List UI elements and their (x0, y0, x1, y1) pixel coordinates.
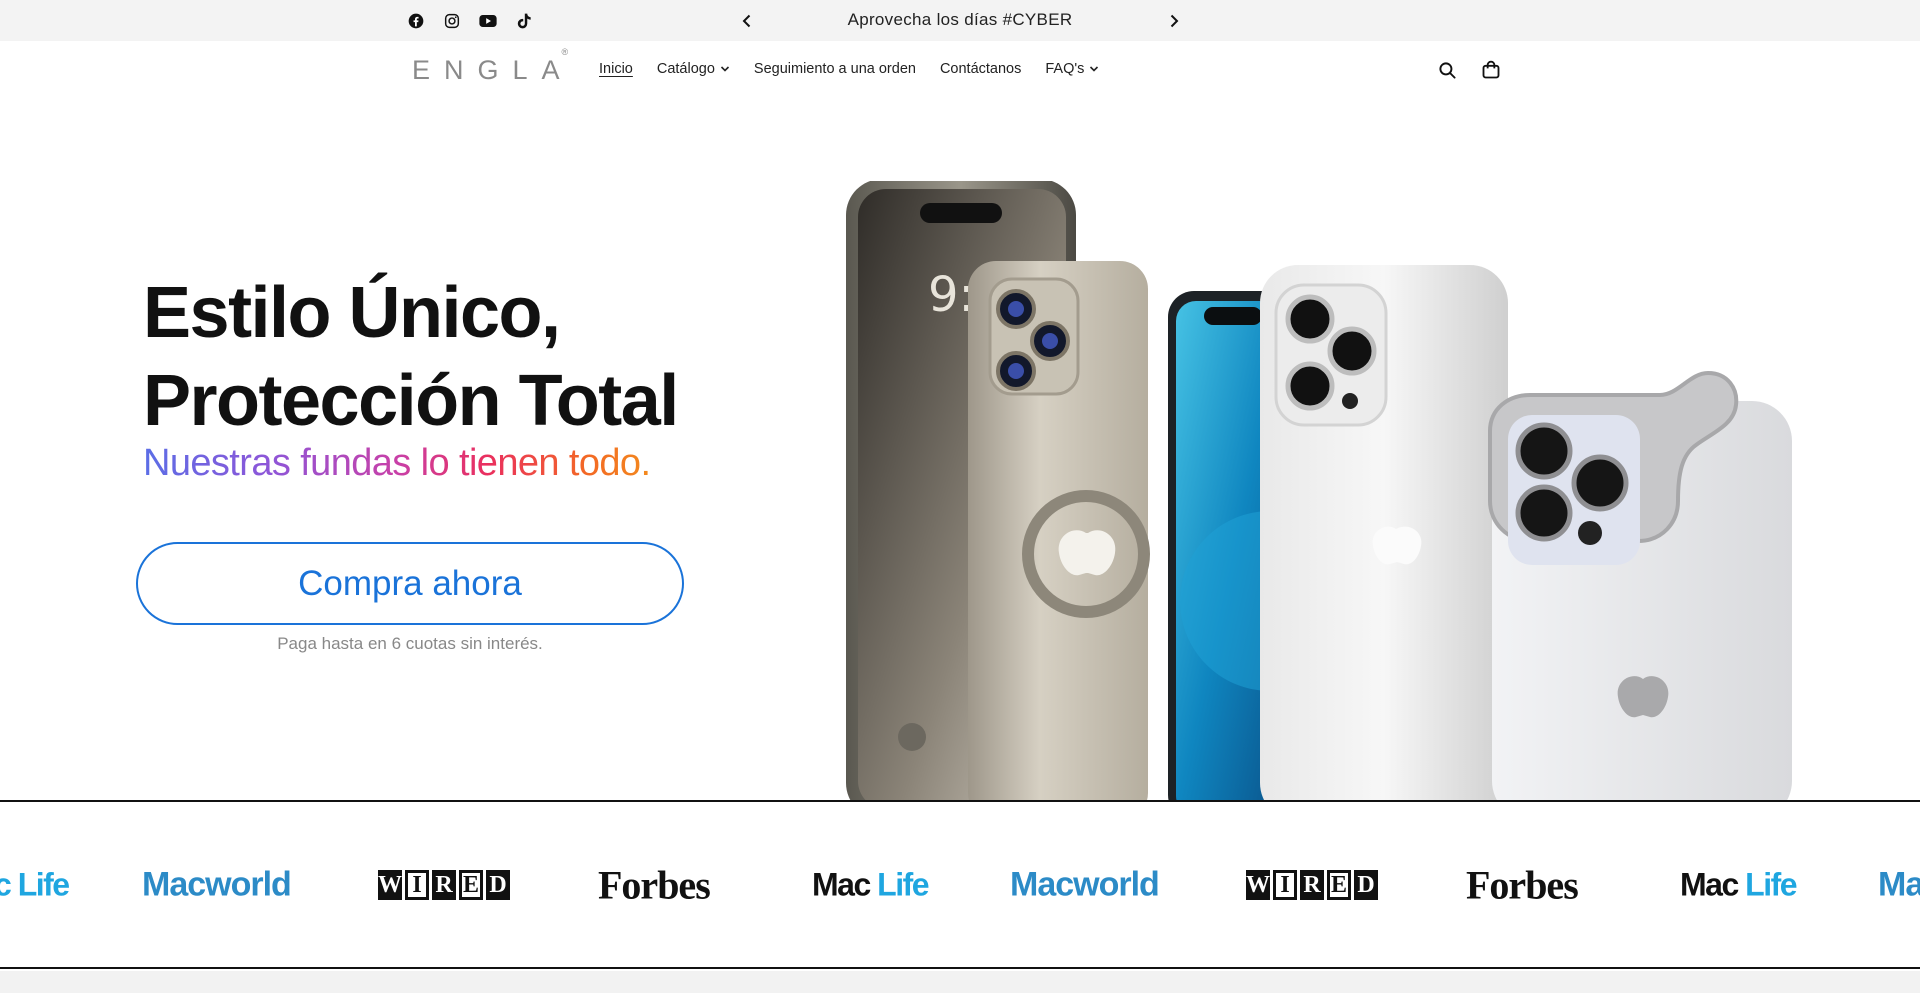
logo-text: Mac (812, 866, 871, 902)
logo-letter: E (1327, 869, 1351, 900)
shop-now-button[interactable]: Compra ahora (136, 542, 684, 625)
maclife-logo: Mac Life (812, 866, 930, 903)
instagram-icon[interactable] (441, 10, 463, 32)
hero-title: Estilo Único, Protección Total (143, 269, 679, 445)
search-icon[interactable] (1435, 58, 1459, 82)
header-icons (1435, 58, 1503, 82)
nav-item-faqs[interactable]: FAQ's (1045, 61, 1099, 77)
logo-letter: D (1354, 869, 1378, 900)
site-header: ENGLA® Inicio Catálogo Seguimiento a una… (0, 41, 1920, 101)
nav-item-label: Contáctanos (939, 61, 1022, 77)
announcement-prev-button[interactable] (735, 9, 759, 33)
chevron-down-icon (720, 66, 729, 72)
maclife-logo: c Life (0, 866, 70, 903)
logo-letter: D (486, 869, 510, 900)
forbes-logo: Forbes (598, 862, 711, 907)
youtube-icon[interactable] (477, 10, 499, 32)
logo-letter: I (405, 869, 429, 900)
macworld-logo: Macworld (142, 865, 292, 903)
social-links (405, 10, 535, 32)
chevron-down-icon (1090, 66, 1099, 72)
lock-screen-time: 9: (928, 267, 975, 323)
nav-item-label: FAQ's (1045, 61, 1085, 77)
hero-title-line2: Protección Total (143, 361, 679, 441)
announcement-text: Aprovecha los días #CYBER (847, 10, 1073, 29)
logo-letter: E (459, 869, 483, 900)
main-nav: Inicio Catálogo Seguimiento a una orden … (599, 61, 1099, 77)
nav-item-label: Inicio (599, 61, 633, 77)
nav-item-label: Seguimiento a una orden (753, 61, 916, 77)
logo-letter: R (1300, 869, 1324, 900)
logo[interactable]: ENGLA® (412, 47, 580, 86)
cart-icon[interactable] (1479, 58, 1503, 82)
wired-logo: W I R E D (378, 869, 510, 900)
wired-logo: W I R E D (1246, 869, 1378, 900)
installments-note: Paga hasta en 6 cuotas sin interés. (277, 634, 543, 653)
macworld-logo: Ma (1878, 865, 1920, 903)
logo-text: Mac (1680, 866, 1739, 902)
logo-text: ENGLA (412, 55, 574, 85)
logo-letter: W (378, 869, 402, 900)
logo-text: Life (877, 866, 929, 902)
hero-title-line1: Estilo Único, (143, 273, 561, 353)
maclife-logo: Mac Life (1680, 866, 1798, 903)
macworld-logo: Macworld (1010, 865, 1160, 903)
logo-letter: R (432, 869, 456, 900)
logo-text: Life (1745, 866, 1797, 902)
logo-registered-mark: ® (561, 47, 569, 57)
logo-letter: I (1273, 869, 1297, 900)
announcement-next-button[interactable] (1162, 9, 1186, 33)
hero-subtitle: Nuestras fundas lo tienen todo. (143, 442, 651, 484)
logo-letter: W (1246, 869, 1270, 900)
nav-item-contactanos[interactable]: Contáctanos (940, 61, 1021, 77)
facebook-icon[interactable] (405, 10, 427, 32)
nav-item-inicio[interactable]: Inicio (599, 61, 633, 77)
logo-text: c Life (0, 866, 70, 902)
nav-item-seguimiento[interactable]: Seguimiento a una orden (754, 61, 916, 77)
hero-banner: Estilo Único, Protección Total Nuestras … (0, 101, 1920, 801)
nav-item-label: Catálogo (656, 61, 715, 77)
announcement-bar: Aprovecha los días #CYBER (0, 0, 1920, 41)
nav-item-catalogo[interactable]: Catálogo (657, 61, 730, 77)
press-logos-track: c Life Macworld W I R E D Forbes Mac Lif… (0, 802, 1920, 967)
forbes-logo: Forbes (1466, 862, 1579, 907)
next-section-edge (0, 971, 1920, 993)
tiktok-icon[interactable] (513, 10, 535, 32)
press-logos-strip: c Life Macworld W I R E D Forbes Mac Lif… (0, 800, 1920, 969)
phone-cases-image: 9: (846, 181, 1792, 801)
